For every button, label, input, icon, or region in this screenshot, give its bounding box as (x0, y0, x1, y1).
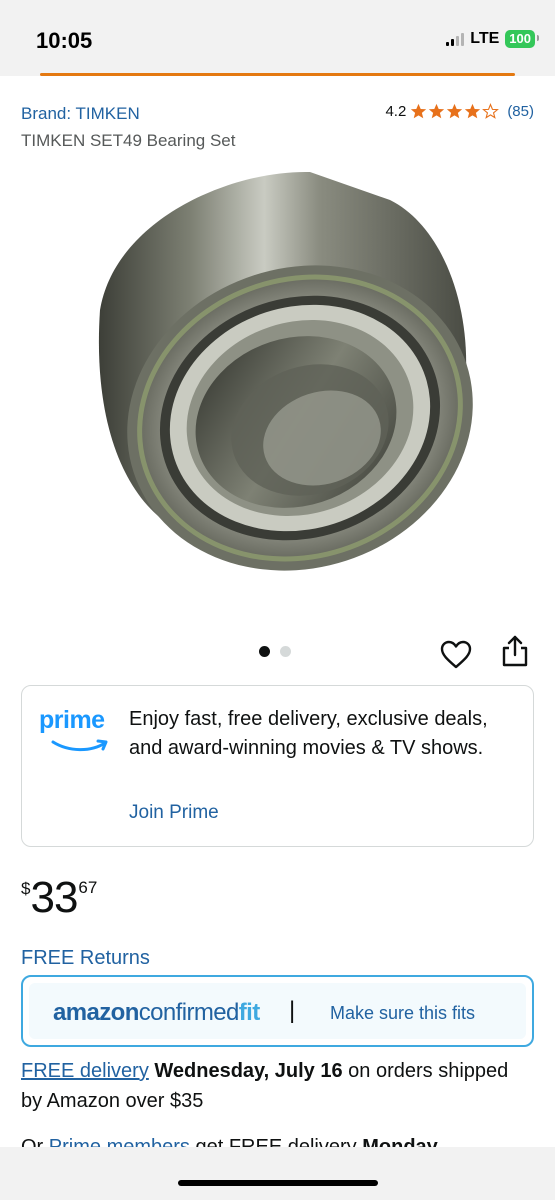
price-symbol: $ (21, 879, 31, 898)
star-empty-icon (482, 103, 500, 119)
heart-icon[interactable] (440, 640, 472, 670)
fit-divider: | (289, 997, 296, 1024)
rating-count-link[interactable]: (85) (507, 103, 534, 120)
carousel-dot-active[interactable] (259, 646, 270, 657)
free-delivery-link[interactable]: FREE delivery (21, 1060, 149, 1082)
price-whole: 33 (30, 873, 78, 922)
bottom-bar (0, 1147, 555, 1200)
prime-logo: prime (39, 706, 119, 754)
delivery-date: Wednesday, July 16 (154, 1060, 343, 1082)
home-indicator[interactable] (178, 1180, 378, 1186)
rating-summary[interactable]: 4.2 (85) (385, 103, 534, 120)
star-full-icon (447, 103, 463, 119)
share-icon[interactable] (500, 634, 530, 668)
prime-description: Enjoy fast, free delivery, exclusive dea… (129, 708, 488, 759)
confirmed-fit-box[interactable]: amazonconfirmedfit | Make sure this fits (21, 975, 534, 1047)
price-fraction: 67 (78, 878, 98, 897)
star-full-icon (429, 103, 445, 119)
delivery-info: FREE delivery Wednesday, July 16 on orde… (21, 1056, 531, 1116)
star-rating (410, 103, 500, 120)
star-full-icon (465, 103, 481, 119)
image-carousel-dots[interactable] (259, 646, 291, 657)
carousel-dot[interactable] (280, 646, 291, 657)
network-label: LTE (470, 30, 500, 47)
prime-logo-text: prime (39, 706, 105, 734)
prime-promo-card: prime Enjoy fast, free delivery, exclusi… (21, 685, 534, 847)
signal-icon (446, 32, 465, 46)
battery-icon: 100 (505, 30, 539, 48)
star-full-icon (411, 103, 427, 119)
scroll-accent-line (40, 73, 515, 76)
product-title: TIMKEN SET49 Bearing Set (21, 131, 236, 150)
make-sure-this-fits-link[interactable]: Make sure this fits (330, 1003, 475, 1024)
status-bar: 10:05 LTE 100 (0, 0, 555, 76)
amazon-confirmed-fit-logo: amazonconfirmedfit (53, 999, 260, 1026)
status-time: 10:05 (36, 28, 93, 53)
status-indicators: LTE 100 (446, 30, 539, 48)
brand-link[interactable]: Brand: TIMKEN (21, 104, 140, 124)
wheel-bearing-image[interactable] (60, 160, 500, 600)
join-prime-link[interactable]: Join Prime (129, 802, 219, 824)
price: $ 33 67 (21, 872, 97, 924)
prime-smile-icon (51, 739, 108, 752)
rating-value: 4.2 (385, 103, 407, 120)
free-returns-link[interactable]: FREE Returns (21, 947, 150, 970)
